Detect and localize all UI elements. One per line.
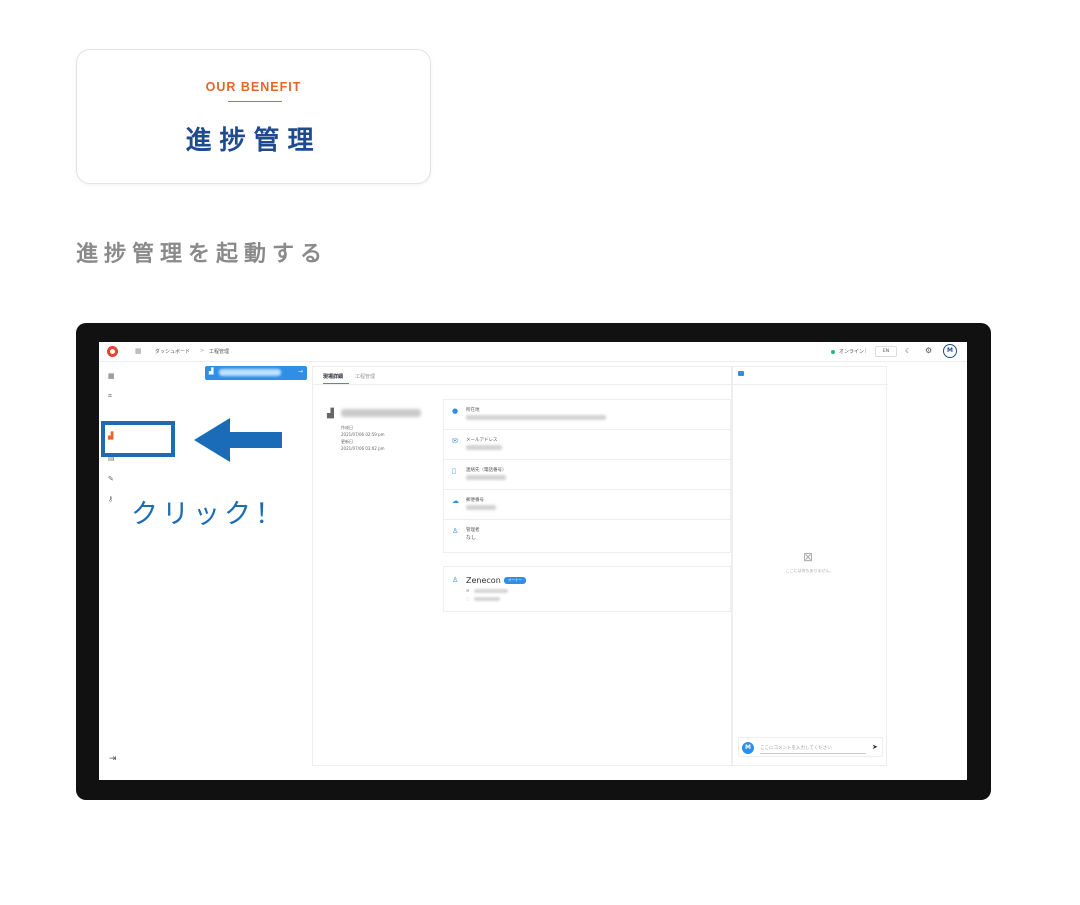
grid-icon: ▦ (135, 347, 142, 355)
breadcrumb-separator: > (200, 348, 205, 354)
info-row-postal: ☁ 郵便番号 (444, 490, 732, 520)
online-status-text: オンライン (839, 349, 865, 355)
pen-icon[interactable]: ✎ (108, 475, 114, 483)
created-date: 2021/07/06 02:59 pm (341, 432, 385, 437)
mail-icon: ✉ (452, 437, 458, 445)
benefit-card: OUR BENEFIT 進捗管理 (76, 49, 431, 184)
benefit-divider (228, 101, 282, 102)
site-info-card: ● 所在地 ✉ メールアドレス ▯ 連絡先（電話番号） ☁ 郵便番号 ♙ 管理者… (443, 399, 732, 553)
moon-icon[interactable]: ☾ (905, 347, 911, 355)
no-comments-icon: ⊠ (803, 550, 814, 564)
owner-name: Zenecon (466, 576, 501, 585)
key-icon[interactable]: ⚷ (108, 495, 113, 503)
avatar[interactable]: M (943, 344, 957, 358)
top-bar: ▦ ダッシュボード > 工程管理 オンライン | EN ☾ ⚙ M (99, 342, 967, 362)
tab-progress[interactable]: 工程管理 (355, 373, 375, 380)
chevron-right-icon: → (298, 368, 304, 375)
language-button[interactable]: EN (875, 346, 897, 357)
owner-email (474, 589, 508, 593)
scan-icon[interactable]: ⌗ (108, 392, 112, 401)
building-icon: ▟ (327, 409, 334, 419)
breadcrumb-progress: 工程管理 (209, 349, 230, 355)
send-icon[interactable]: ➤ (872, 743, 878, 751)
comment-panel: ⊠ ここには何もありません。 M ここにコメントを入力してください ➤ (732, 366, 888, 766)
status-separator: | (865, 348, 867, 354)
phone-icon: ▯ (452, 467, 456, 475)
address-label: 所在地 (466, 408, 480, 413)
site-name (341, 409, 421, 417)
postal-label: 郵便番号 (466, 498, 484, 503)
postal-icon: ☁ (452, 497, 459, 505)
benefit-eyebrow: OUR BENEFIT (205, 80, 302, 94)
comment-header-divider (733, 384, 888, 385)
owner-contact-card: ♙ Zenecon オーナー ✉ ◌ (443, 566, 731, 612)
site-selector[interactable]: ▟ → (205, 366, 307, 380)
breadcrumb-dashboard[interactable]: ダッシュボード (155, 348, 190, 355)
updated-label: 更新日 (341, 439, 353, 444)
email-label: メールアドレス (466, 438, 498, 443)
user-icon: ♙ (452, 576, 459, 584)
highlight-box (101, 421, 175, 457)
chat-icon (738, 371, 744, 376)
manager-label: 管理者 (466, 528, 480, 533)
empty-comments-text: ここには何もありません。 (785, 568, 834, 573)
app-screen: ▦ ダッシュボード > 工程管理 オンライン | EN ☾ ⚙ M ▦ ⌗ ▟ … (99, 342, 967, 780)
site-detail-panel: 現場詳細 工程管理 ▟ 作成日 2021/07/06 02:59 pm 更新日 … (312, 366, 733, 766)
mail-icon: ✉ (466, 588, 470, 593)
email-value (466, 445, 502, 450)
user-icon: ♙ (452, 527, 459, 535)
online-status-dot (831, 350, 835, 354)
left-arrow-icon (194, 418, 282, 462)
phone-label: 連絡先（電話番号） (466, 468, 507, 473)
location-pin-icon: ● (452, 407, 459, 415)
comment-placeholder[interactable]: ここにコメントを入力してください (760, 745, 832, 751)
comment-input[interactable]: M ここにコメントを入力してください ➤ (738, 737, 883, 757)
owner-phone (474, 597, 500, 601)
site-selector-value (219, 369, 281, 376)
tab-site-details[interactable]: 現場詳細 (323, 373, 343, 380)
dashboard-icon[interactable]: ▦ (108, 372, 115, 380)
info-row-phone: ▯ 連絡先（電話番号） (444, 460, 732, 490)
logout-icon[interactable]: ⇥ (109, 754, 117, 764)
settings-icon[interactable]: ⚙ (925, 346, 932, 355)
click-label: クリック！ (131, 499, 286, 530)
created-label: 作成日 (341, 425, 353, 430)
app-logo[interactable] (107, 346, 118, 357)
benefit-title: 進捗管理 (185, 126, 322, 156)
manager-value: なし (466, 535, 477, 541)
info-row-manager: ♙ 管理者 なし (444, 520, 732, 550)
site-icon: ▟ (209, 368, 214, 375)
tab-divider (313, 384, 733, 385)
address-value (466, 415, 606, 420)
phone-value (466, 475, 506, 480)
avatar: M (742, 742, 754, 754)
section-heading: 進捗管理を起動する (76, 242, 329, 267)
owner-badge: オーナー (504, 577, 526, 584)
info-row-address: ● 所在地 (444, 400, 732, 430)
info-row-email: ✉ メールアドレス (444, 430, 732, 460)
comment-underline (760, 753, 866, 754)
postal-value (466, 505, 496, 510)
phone-icon: ◌ (466, 596, 470, 601)
updated-date: 2021/07/06 03:02 pm (341, 446, 385, 451)
